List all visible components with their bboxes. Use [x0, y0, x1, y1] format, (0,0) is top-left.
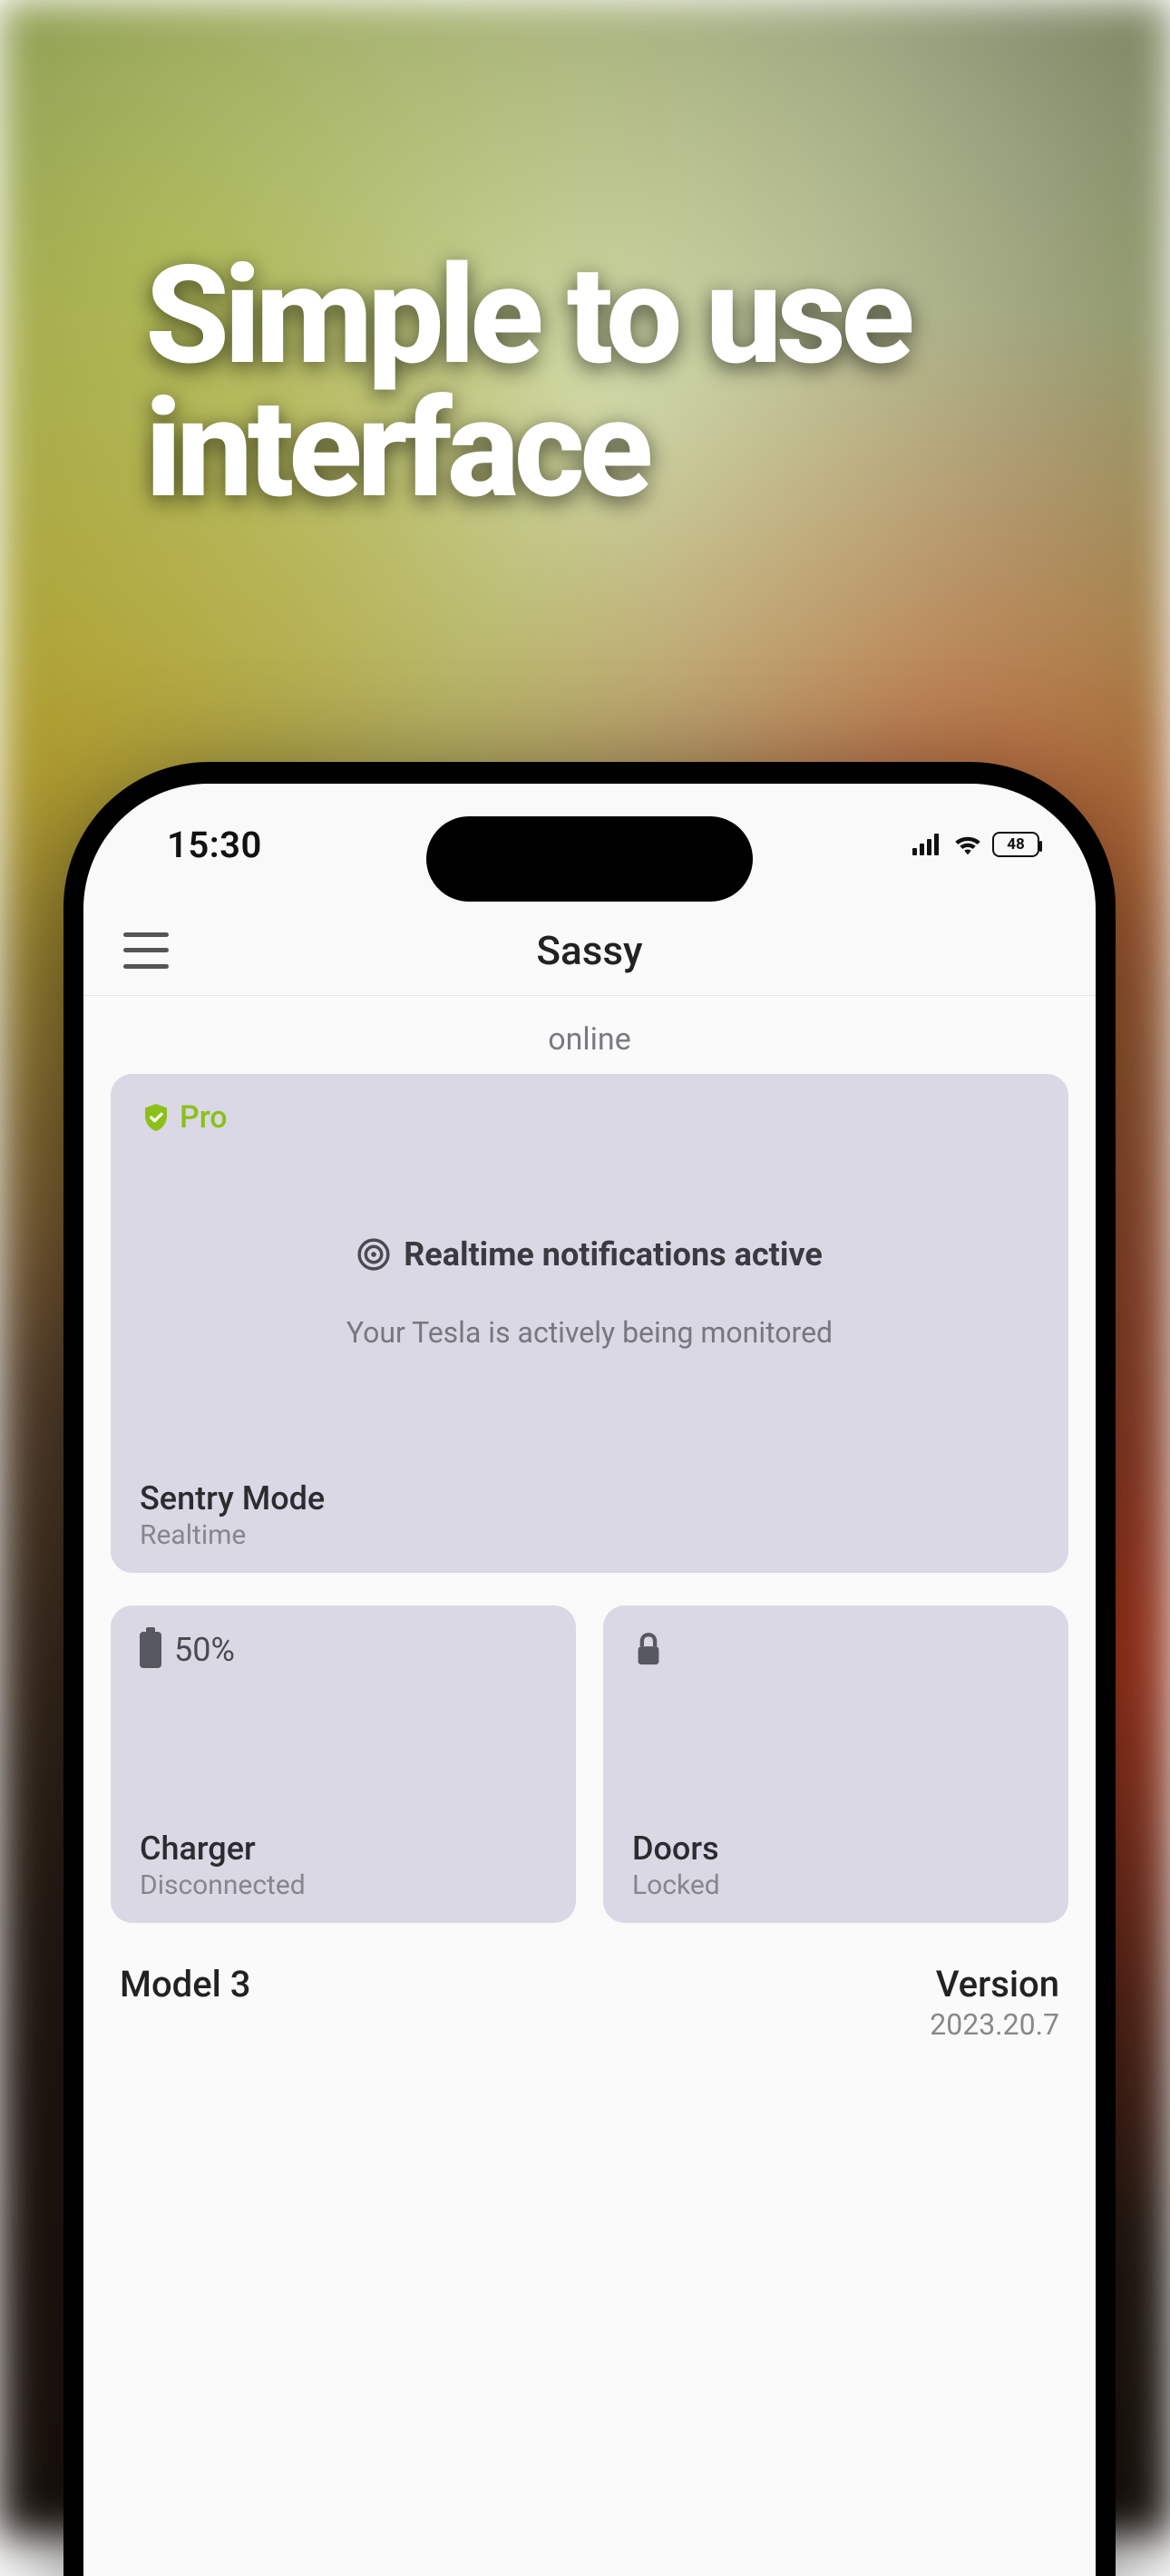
charger-card[interactable]: 50% Charger Disconnected: [111, 1605, 576, 1923]
version-block: Version 2023.20.7: [930, 1963, 1059, 2042]
wifi-icon: [954, 834, 981, 855]
doors-sub: Locked: [632, 1869, 720, 1901]
pro-label: Pro: [180, 1099, 228, 1136]
doors-footer: Doors Locked: [632, 1830, 720, 1901]
charger-top: 50%: [140, 1631, 547, 1669]
battery-percent: 48: [1007, 835, 1025, 854]
vehicle-model: Model 3: [120, 1963, 251, 2005]
shield-check-icon: [140, 1101, 172, 1134]
sentry-center: Realtime notifications active Your Tesla…: [111, 1235, 1068, 1350]
version-value: 2023.20.7: [930, 2007, 1059, 2042]
app-header: Sassy: [83, 905, 1096, 996]
doors-card[interactable]: Doors Locked: [603, 1605, 1068, 1923]
sentry-subtitle: Your Tesla is actively being monitored: [346, 1315, 833, 1350]
battery-text: 50%: [174, 1631, 235, 1669]
page-title: Sassy: [536, 927, 642, 974]
headline-line2: interface: [145, 369, 648, 529]
dynamic-island: [426, 816, 753, 902]
phone-frame: 15:30 48 Sassy online: [63, 762, 1116, 2576]
sentry-footer: Sentry Mode Realtime: [140, 1479, 325, 1551]
sentry-footer-sub: Realtime: [140, 1519, 325, 1551]
lock-icon: [632, 1631, 665, 1667]
sentry-footer-label: Sentry Mode: [140, 1479, 325, 1517]
status-time: 15:30: [167, 824, 262, 866]
battery-icon: [140, 1632, 161, 1668]
phone-screen: 15:30 48 Sassy online: [83, 784, 1096, 2576]
app-content: Sassy online Pro: [83, 905, 1096, 2576]
menu-button[interactable]: [123, 932, 169, 969]
online-status: online: [83, 996, 1096, 1074]
sentry-mode-card[interactable]: Pro Realtime notifications active Your T…: [111, 1074, 1068, 1573]
version-label: Version: [930, 1963, 1059, 2005]
marketing-headline: Simple to use interface: [145, 249, 910, 516]
hamburger-icon: [123, 932, 169, 937]
target-icon: [356, 1237, 391, 1272]
info-row: Model 3 Version 2023.20.7: [111, 1963, 1068, 2042]
pro-badge: Pro: [140, 1099, 1039, 1136]
main-body: Pro Realtime notifications active Your T…: [83, 1074, 1096, 2042]
cellular-signal-icon: [912, 834, 943, 855]
charger-footer: Charger Disconnected: [140, 1830, 306, 1901]
cards-row: 50% Charger Disconnected: [111, 1605, 1068, 1923]
charger-sub: Disconnected: [140, 1869, 306, 1901]
sentry-title: Realtime notifications active: [404, 1235, 823, 1273]
charger-label: Charger: [140, 1830, 306, 1868]
battery-status-icon: 48: [992, 832, 1039, 857]
doors-label: Doors: [632, 1830, 720, 1868]
doors-top: [632, 1631, 1039, 1667]
status-right: 48: [912, 832, 1039, 857]
